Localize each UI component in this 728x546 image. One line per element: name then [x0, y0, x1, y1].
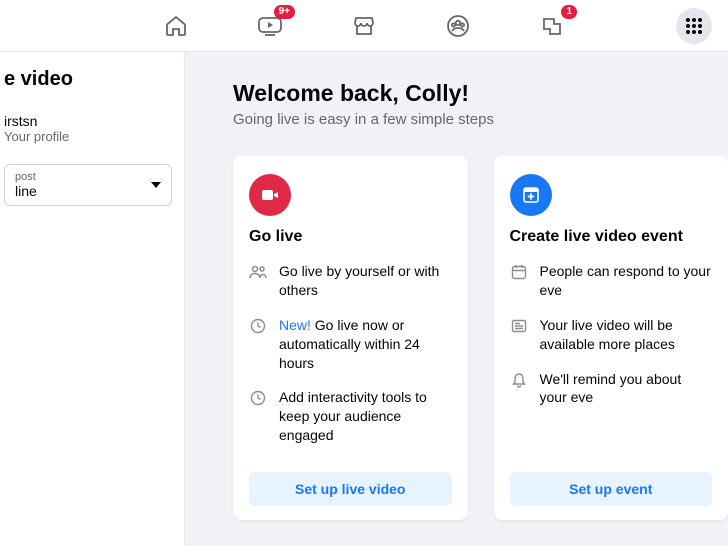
sidebar-username: irstsn [4, 113, 172, 129]
feature-row: Add interactivity tools to keep your aud… [249, 388, 452, 445]
apps-menu-button[interactable] [676, 8, 712, 44]
feature-row: We'll remind you about your eve [510, 370, 713, 408]
top-nav: 9+ 1 [0, 0, 728, 52]
cards-row: Go live Go live by yourself or with othe… [233, 156, 728, 520]
new-label: New! [279, 317, 311, 333]
people-icon [249, 264, 267, 280]
main-content: Welcome back, Colly! Going live is easy … [185, 52, 728, 546]
container: e video irstsn Your profile post line We… [0, 52, 728, 546]
home-icon[interactable] [161, 11, 191, 41]
setup-live-video-button[interactable]: Set up live video [249, 472, 452, 506]
select-text: post line [15, 171, 37, 199]
feature-row: New! Go live now or automatically within… [249, 316, 452, 373]
feature-text: People can respond to your eve [540, 262, 713, 300]
feature-text: Add interactivity tools to keep your aud… [279, 388, 452, 445]
feature-row: Go live by yourself or with others [249, 262, 452, 300]
gaming-badge: 1 [561, 5, 577, 19]
where-to-post-select[interactable]: post line [4, 164, 172, 206]
sidebar: e video irstsn Your profile post line [0, 52, 185, 546]
bell-icon [510, 372, 528, 388]
feature-text: Go live by yourself or with others [279, 262, 452, 300]
feature-row: Your live video will be available more p… [510, 316, 713, 354]
calendar-plus-icon [510, 174, 552, 216]
sidebar-title: e video [4, 68, 172, 91]
calendar-icon [510, 264, 528, 280]
marketplace-icon[interactable] [349, 11, 379, 41]
watch-icon[interactable]: 9+ [255, 11, 285, 41]
select-value: line [15, 183, 37, 199]
welcome-heading: Welcome back, Colly! [233, 80, 728, 107]
feature-text: New! Go live now or automatically within… [279, 316, 452, 373]
nav-center: 9+ 1 [161, 11, 567, 41]
clock-icon [249, 390, 267, 406]
go-live-title: Go live [249, 228, 452, 246]
welcome-subtitle: Going live is easy in a few simple steps [233, 111, 728, 128]
news-icon [510, 318, 528, 334]
chevron-down-icon [151, 182, 161, 188]
feature-row: People can respond to your eve [510, 262, 713, 300]
create-event-title: Create live video event [510, 228, 713, 246]
setup-event-button[interactable]: Set up event [510, 472, 713, 506]
go-live-icon [249, 174, 291, 216]
watch-badge: 9+ [274, 5, 295, 19]
select-label: post [15, 171, 37, 183]
feature-text: Your live video will be available more p… [540, 316, 713, 354]
groups-icon[interactable] [443, 11, 473, 41]
sidebar-profile-sub: Your profile [4, 129, 172, 144]
sidebar-profile[interactable]: irstsn Your profile [4, 113, 172, 144]
gaming-icon[interactable]: 1 [537, 11, 567, 41]
go-live-card: Go live Go live by yourself or with othe… [233, 156, 468, 520]
feature-text: We'll remind you about your eve [540, 370, 713, 408]
clock-icon [249, 318, 267, 334]
create-event-card: Create live video event People can respo… [494, 156, 728, 520]
